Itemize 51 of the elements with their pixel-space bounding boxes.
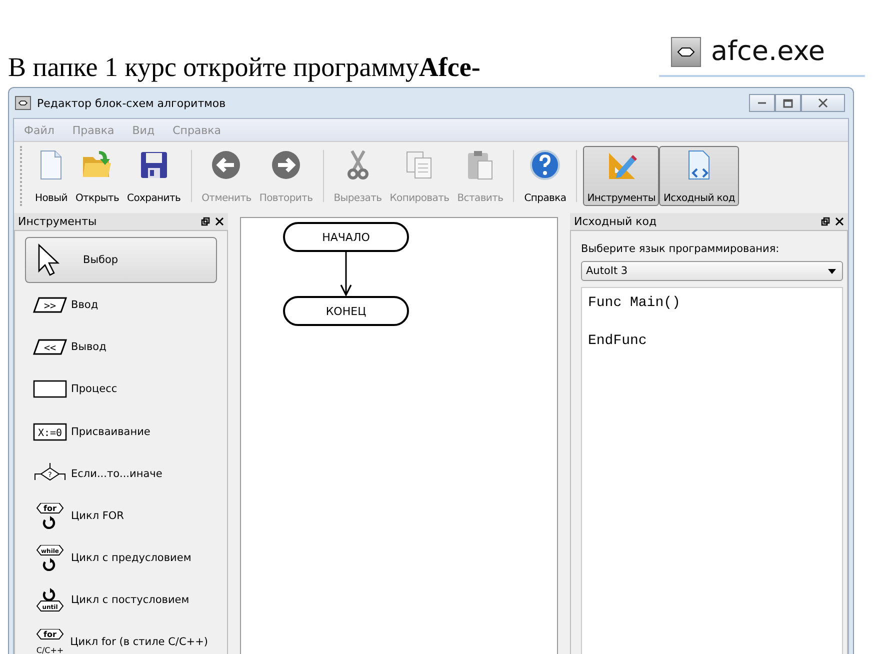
close-icon <box>818 98 828 108</box>
file-name: afce.exe <box>711 36 825 67</box>
tool-label: Цикл for (в стиле C/C++) <box>70 636 208 648</box>
caret-icon <box>828 268 836 274</box>
tool-label: Если...то...иначе <box>71 468 162 480</box>
instruction-text: В папке 1 курс откройте программуAfce- <box>8 52 480 84</box>
tool-label: Ввод <box>71 299 98 312</box>
close-icon[interactable] <box>215 217 224 226</box>
toolbar-button[interactable]: Справка <box>520 146 570 206</box>
tool-item[interactable]: >> Ввод <box>25 285 217 326</box>
tool-label: Цикл с предусловием <box>71 552 192 564</box>
tool-item[interactable]: X:=0 Присваивание <box>25 411 217 452</box>
terminal-block[interactable]: КОНЕЦ <box>283 296 409 326</box>
panel-title: Инструменты <box>18 215 97 228</box>
parallelogram-icon: >> <box>33 297 67 314</box>
tool-label: Процесс <box>71 383 118 396</box>
tool-label: Выбор <box>83 254 118 266</box>
shortcut-tile[interactable]: afce.exe <box>659 26 865 77</box>
tool-item[interactable]: for Цикл FOR <box>25 495 217 536</box>
float-icon[interactable] <box>201 217 210 226</box>
terminal-block[interactable]: НАЧАЛО <box>283 222 409 252</box>
panel-title: Исходный код <box>574 215 657 228</box>
language-select[interactable]: AutoIt 3 <box>581 261 843 281</box>
arrow <box>340 252 352 296</box>
language-prompt: Выберите язык программирования: <box>581 243 780 255</box>
tool-label: Вывод <box>71 341 106 354</box>
close-icon[interactable] <box>835 217 844 226</box>
close-button[interactable] <box>801 94 845 112</box>
maximize-icon <box>783 98 793 108</box>
window-title: Редактор блок-схем алгоритмов <box>37 96 227 110</box>
toolbar-button[interactable]: Сохранить <box>123 146 185 206</box>
toolbar-button[interactable]: Открыть <box>71 146 124 206</box>
app-icon <box>671 36 701 66</box>
toolbar-button[interactable]: Новый <box>31 146 72 206</box>
code-editor[interactable]: Func Main() EndFunc <box>581 287 843 654</box>
app-icon <box>15 96 31 110</box>
tool-label: Присваивание <box>71 426 150 438</box>
toolbar-button[interactable]: Исходный код <box>659 146 739 206</box>
toolbar-button[interactable]: Инструменты <box>583 146 660 206</box>
minimize-icon <box>757 102 767 104</box>
help-icon <box>529 149 562 181</box>
tool-label: Цикл с постусловием <box>71 594 190 606</box>
maximize-button[interactable] <box>775 94 801 112</box>
tool-item[interactable]: Процесс <box>25 369 217 410</box>
tool-item[interactable]: Выбор <box>25 237 217 283</box>
assignment-icon: X:=0 <box>33 422 67 441</box>
rectangle-icon <box>33 380 67 398</box>
tool-label: Цикл FOR <box>71 510 124 522</box>
float-icon[interactable] <box>821 217 830 226</box>
tool-item[interactable]: << Вывод <box>25 327 217 368</box>
parallelogram-icon: << <box>33 339 67 356</box>
